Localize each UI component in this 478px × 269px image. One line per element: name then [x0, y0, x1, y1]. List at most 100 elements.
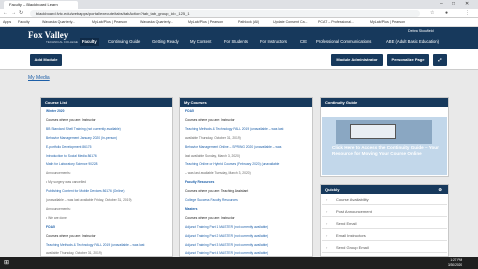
- url-field[interactable]: blackboard.fvtc.edu/webapps/portal/execu…: [30, 10, 420, 17]
- course-list-item: available Thursday, October 31, 2019): [185, 135, 241, 140]
- tab-continuity-guide[interactable]: Continuing Guide: [106, 38, 142, 46]
- settings-icon[interactable]: ⚙: [438, 185, 442, 194]
- chevron-right-icon: ›: [326, 233, 328, 238]
- college-logo-subtitle: TECHNICAL COLLEGE: [46, 40, 78, 44]
- course-list-item[interactable]: Adjunct Training Part 4 MASTER (not curr…: [185, 251, 310, 255]
- add-module-button[interactable]: Add Module: [30, 54, 62, 66]
- course-list-item[interactable]: Math for Laboratory Science 90228: [46, 162, 170, 166]
- minimize-icon[interactable]: –: [440, 1, 443, 7]
- bookmark[interactable]: PCAT – Professional...: [318, 19, 354, 26]
- os-taskbar: ⊞: [0, 257, 478, 269]
- section-heading[interactable]: Winter 2020: [46, 109, 170, 113]
- course-list-item[interactable]: E-portfolio Development 86175: [46, 145, 170, 149]
- quickly-row[interactable]: › Post Announcement: [322, 207, 447, 217]
- tab-faculty[interactable]: Faculty: [80, 38, 99, 46]
- course-list-item: last available Sunday, March 3, 2020): [185, 153, 240, 158]
- continuity-guide-banner-text[interactable]: Click Here to Access the Continuity Guid…: [332, 145, 442, 156]
- back-icon[interactable]: ←: [3, 10, 8, 16]
- chevron-right-icon: ›: [326, 209, 328, 214]
- quickly-row[interactable]: › Send Group Email: [322, 243, 447, 253]
- course-list-item: • My surgery was cancelled: [46, 180, 86, 185]
- course-list-item[interactable]: Behavior Management January 2020 (In-per…: [46, 136, 170, 140]
- star-icon[interactable]: ☆: [430, 10, 434, 16]
- bookmark[interactable]: Apps: [3, 19, 11, 26]
- profile-icon[interactable]: ●: [445, 10, 448, 16]
- course-list-item[interactable]: Introduction to Social Media 86176: [46, 154, 170, 158]
- bookmark[interactable]: MyLab/Plus | Pearson: [92, 19, 127, 26]
- tab-getting-ready[interactable]: Getting Ready: [150, 38, 181, 46]
- module-administrator-button[interactable]: Module Administrator: [331, 54, 383, 66]
- course-list-item: Courses where you are: Instructor: [46, 117, 96, 122]
- quickly-row-label: Send Group Email: [336, 245, 369, 250]
- course-list-item: • We are done: [46, 215, 67, 220]
- section-heading[interactable]: FOA5: [46, 225, 170, 229]
- bookmark[interactable]: Wavaska Quarterly...: [140, 19, 173, 26]
- tab-for-instructors[interactable]: For Instructors: [258, 38, 289, 46]
- quickly-row-label: Course Availability: [336, 197, 369, 202]
- course-list-item[interactable]: Teaching Methods & Technology FALL 2019 …: [185, 127, 310, 131]
- start-icon[interactable]: ⊞: [4, 259, 9, 266]
- quickly-row[interactable]: › Send Email: [322, 219, 447, 229]
- maximize-icon[interactable]: □: [452, 1, 455, 7]
- tab-professional-communications[interactable]: Professional Communications: [314, 38, 373, 46]
- quickly-row[interactable]: › Email Instructors: [322, 231, 447, 241]
- browser-tab-strip: Faculty – Blackboard Learn – □ ✕: [0, 0, 478, 9]
- course-list-item[interactable]: Adjunct Training Part 2 MASTER (not curr…: [185, 234, 310, 238]
- my-courses-title: My Courses: [180, 98, 312, 107]
- course-list-item[interactable]: Publishing Content for Mobile Devices 86…: [46, 189, 170, 193]
- course-list-item: Courses where you are: Instructor: [185, 117, 235, 122]
- section-heading[interactable]: Masters: [185, 207, 310, 211]
- course-list-title: Course List: [41, 98, 172, 107]
- chevron-right-icon: ›: [326, 245, 328, 250]
- course-list-item: Courses where you are: Teaching Assistan…: [185, 189, 249, 194]
- address-bar: ← → ↻ blackboard.fvtc.edu/webapps/portal…: [0, 9, 478, 18]
- my-media-link[interactable]: My Media: [28, 75, 50, 81]
- course-list-item[interactable]: Teaching Methods & Technology FALL 2019 …: [46, 243, 170, 247]
- monitor-illustration: [350, 124, 396, 139]
- bookmark[interactable]: Update Consent Ca...: [273, 19, 308, 26]
- course-list-item: Announcements:: [46, 206, 71, 211]
- course-list-item[interactable]: Teaching Online or Hybrid Courses (Febru…: [185, 162, 310, 166]
- bookmark[interactable]: Faculty: [18, 19, 30, 26]
- quickly-title: Quickly ⚙: [321, 185, 448, 194]
- course-list-item[interactable]: Behavior Management Online – SPRING 2020…: [185, 145, 310, 149]
- course-list-item: Announcements:: [46, 171, 71, 176]
- chevron-right-icon: ›: [326, 197, 328, 202]
- quickly-row[interactable]: › Course Availability: [322, 195, 447, 205]
- forward-icon[interactable]: →: [11, 10, 16, 16]
- tab-for-students[interactable]: For Students: [222, 38, 250, 46]
- college-logo[interactable]: Fox Valley: [28, 31, 68, 40]
- expand-icon[interactable]: ⤢: [433, 54, 447, 66]
- tab-my-content[interactable]: My Content: [188, 38, 213, 46]
- system-clock: 1:27 PM 3/30/2020: [448, 258, 463, 267]
- browser-tab[interactable]: Faculty – Blackboard Learn: [4, 1, 78, 9]
- bookmarks-bar: Apps Faculty Wavaska Quarterly... MyLab/…: [0, 18, 478, 27]
- course-list-item[interactable]: College Success Faculty Resources: [185, 198, 310, 202]
- section-heading[interactable]: Faculty Resources: [185, 180, 310, 184]
- course-list-item: Courses where you are: Instructor: [185, 215, 235, 220]
- course-list-item[interactable]: Adjunct Training Part 3 MASTER (not curr…: [185, 243, 310, 247]
- section-heading[interactable]: FOA5: [185, 109, 310, 113]
- course-list-item: – was last available Tuesday, March 3, 2…: [185, 171, 251, 176]
- chevron-right-icon: ›: [326, 221, 328, 226]
- bookmark[interactable]: MyLab/Plus | Pearson: [370, 19, 405, 26]
- menu-icon[interactable]: ⋮: [465, 10, 470, 16]
- course-list-item: Courses where you are: Instructor: [46, 233, 96, 238]
- bookmark[interactable]: Pathlock (All): [238, 19, 259, 26]
- close-icon[interactable]: ✕: [465, 1, 469, 7]
- tab-cie[interactable]: CIE: [298, 38, 309, 46]
- quickly-row-label: Email Instructors: [336, 233, 366, 238]
- course-list-item[interactable]: Adjunct Training Part 1 MASTER (not curr…: [185, 225, 310, 229]
- course-list-item: available Thursday, October 31, 2019): [46, 251, 102, 256]
- quickly-row-label: Send Email: [336, 221, 357, 226]
- bookmark[interactable]: Wavaska Quarterly...: [42, 19, 75, 26]
- user-name[interactable]: Debra Skoufield: [408, 29, 434, 33]
- tab-abe[interactable]: ABE (Adult Basic Education): [384, 38, 441, 46]
- reload-icon[interactable]: ↻: [19, 10, 23, 16]
- course-list-item[interactable]: BB Standard Shell Training (not currentl…: [46, 127, 170, 131]
- bookmark[interactable]: MyLab/Plus | Pearson: [188, 19, 223, 26]
- course-list-item: (unavailable – was last available Friday…: [46, 198, 132, 202]
- quickly-row-label: Post Announcement: [336, 209, 372, 214]
- continuity-guide-title: Continuity Guide: [321, 98, 448, 107]
- personalize-page-button[interactable]: Personalize Page: [387, 54, 429, 66]
